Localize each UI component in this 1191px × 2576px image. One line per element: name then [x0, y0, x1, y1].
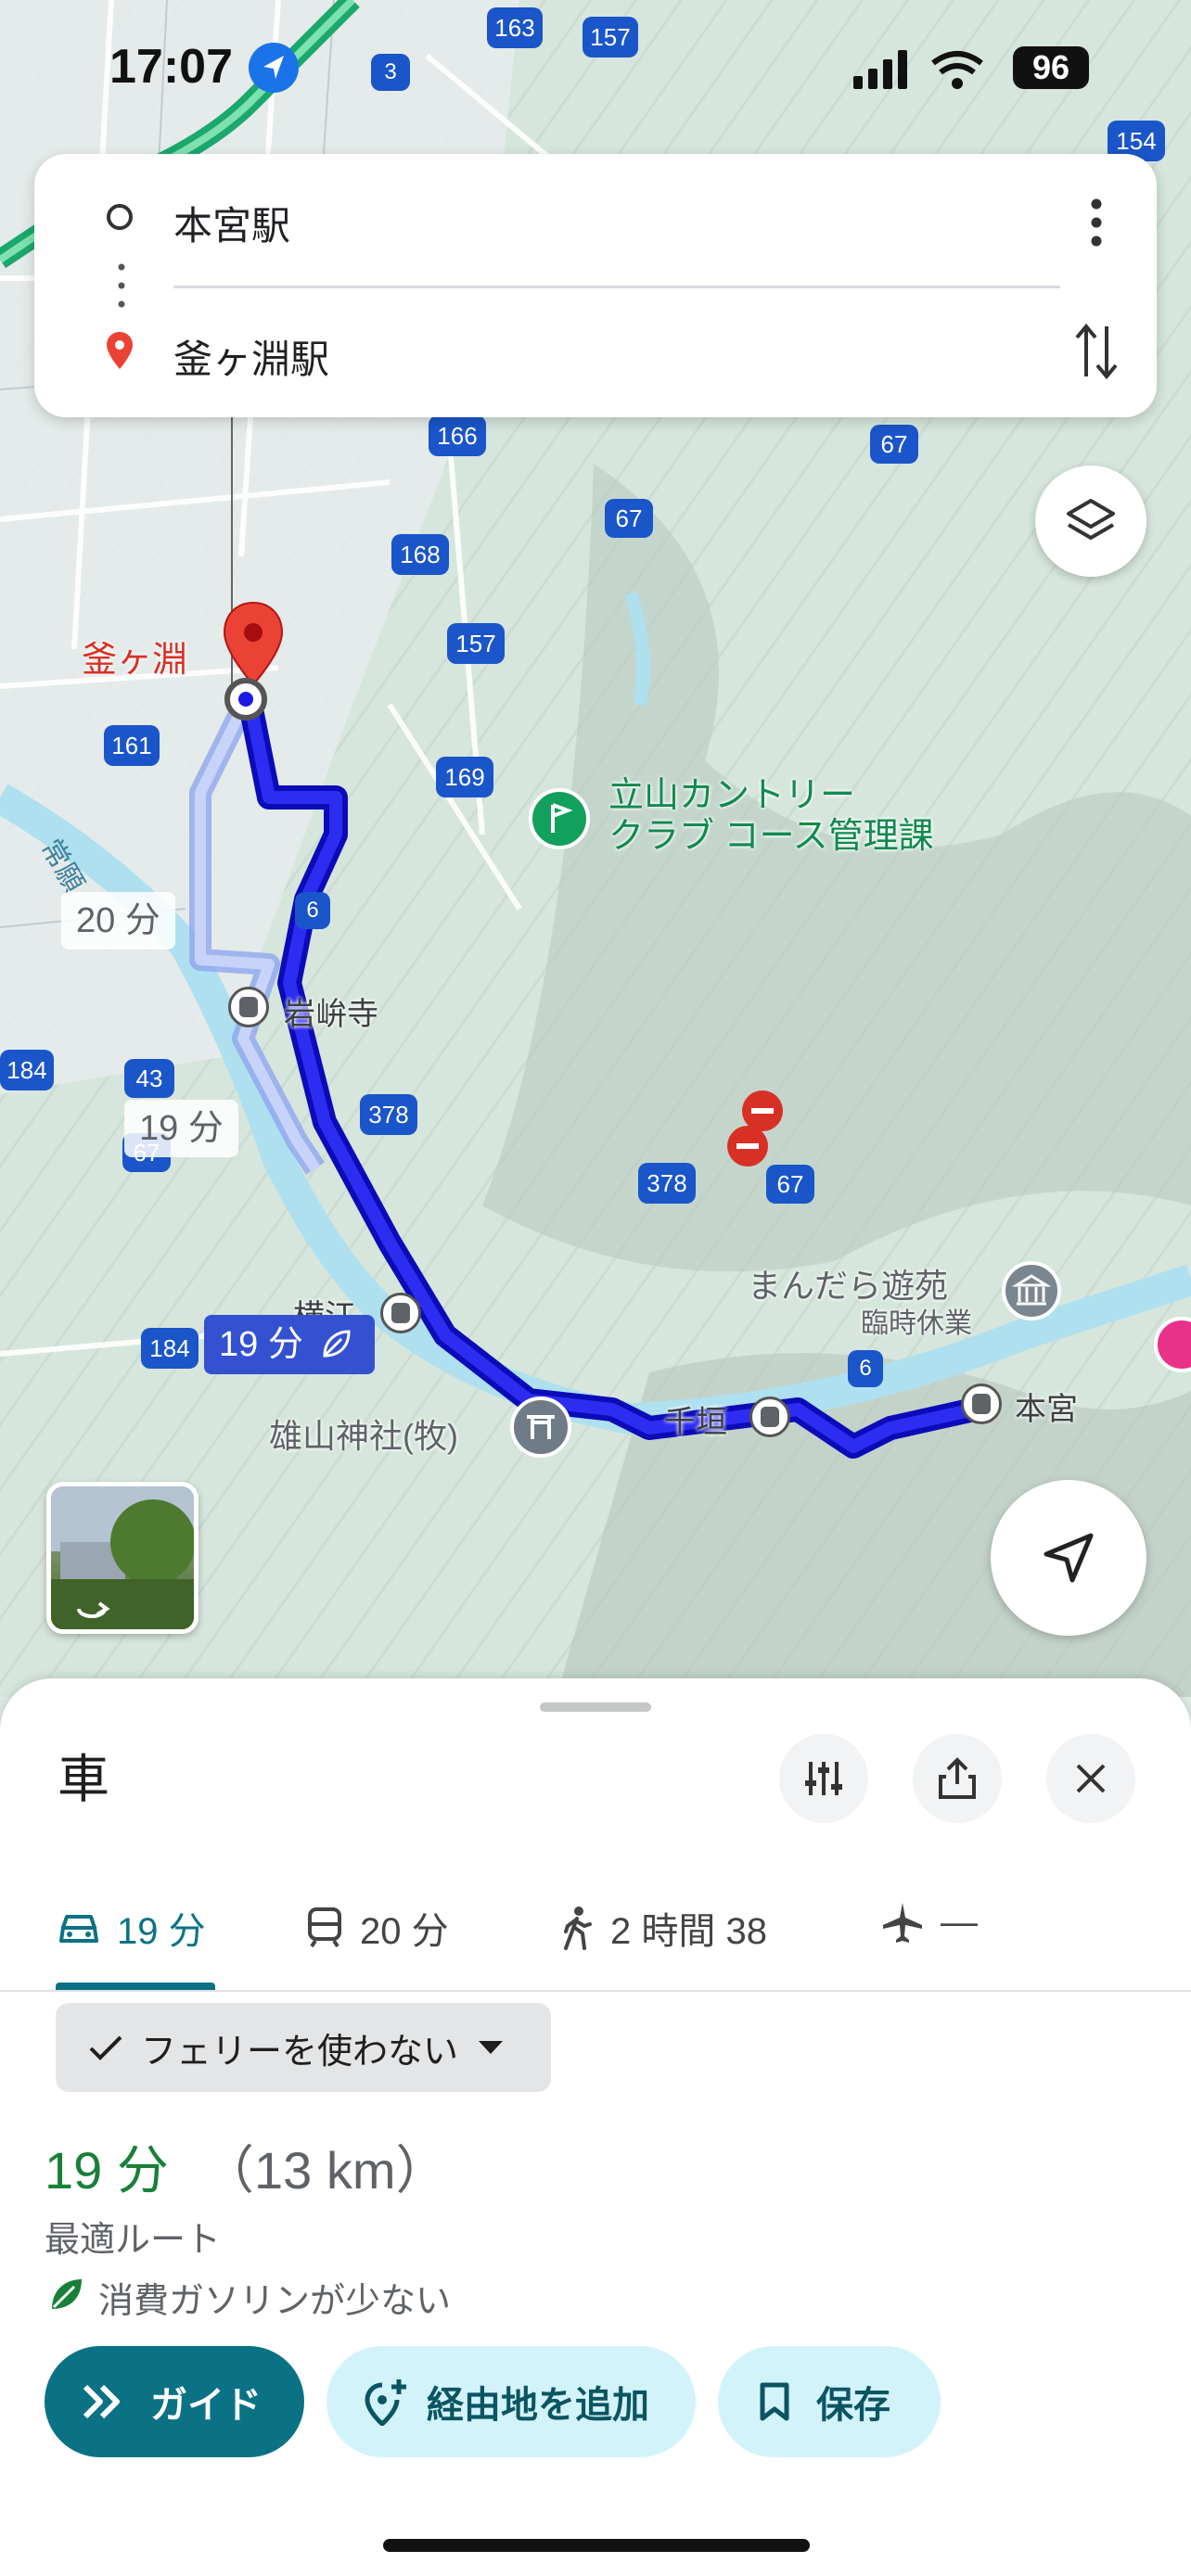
street-view-thumbnail[interactable]: [46, 1482, 198, 1634]
train-station-icon[interactable]: [961, 1384, 1002, 1424]
check-icon: [89, 2035, 122, 2060]
museum-icon[interactable]: [1002, 1261, 1061, 1320]
road-shield: 166: [429, 415, 486, 456]
share-button[interactable]: [913, 1734, 1002, 1823]
double-chevron-icon: [83, 2384, 120, 2419]
walking-icon: [564, 1906, 592, 1950]
road-shield: 6: [295, 892, 330, 929]
tab-flight[interactable]: —: [881, 1901, 978, 1944]
alt-route-time-label[interactable]: 20 分: [61, 892, 175, 950]
road-shield: 378: [638, 1163, 696, 1204]
destination-label[interactable]: 釜ヶ淵: [82, 631, 187, 682]
home-indicator[interactable]: [383, 2539, 810, 2552]
layers-icon: [1067, 499, 1115, 540]
station-label-hongu[interactable]: 本宮: [1015, 1384, 1078, 1429]
origin-circle-icon: [107, 204, 133, 230]
road-shield: 67: [605, 499, 653, 538]
travel-mode-tabs: 19 分 20 分 2 時間 38 —: [0, 1873, 1191, 1992]
road-shield: 169: [436, 757, 493, 797]
add-location-icon: [365, 2379, 406, 2426]
active-tab-indicator: [56, 1983, 215, 1990]
shrine-label[interactable]: 雄山神社(牧): [269, 1409, 458, 1458]
guide-button[interactable]: ガイド: [45, 2346, 304, 2457]
tab-flight-label: —: [941, 1901, 978, 1943]
route-options-button[interactable]: [779, 1734, 868, 1823]
recenter-button[interactable]: [991, 1480, 1146, 1636]
train-icon: [308, 1907, 341, 1948]
shrine-icon[interactable]: [510, 1396, 571, 1458]
car-icon: [59, 1915, 98, 1943]
tune-icon: [805, 1762, 842, 1795]
tab-walk-label: 2 時間 38: [610, 1911, 767, 1952]
tab-car[interactable]: 19 分: [58, 1901, 206, 1955]
train-station-icon[interactable]: [380, 1293, 421, 1333]
destination-pin-icon: [107, 332, 133, 369]
origin-field[interactable]: 本宮駅: [173, 195, 290, 251]
road-shield: 43: [124, 1059, 174, 1098]
chip-label: フェリーを使わない: [141, 2032, 459, 2072]
road-shield: 184: [0, 1050, 54, 1090]
destination-pin-icon[interactable]: [221, 601, 286, 721]
status-bar: 17:07 96: [0, 0, 1191, 139]
golf-course-label[interactable]: 立山カントリー クラブ コース管理課: [608, 775, 934, 857]
signal-wifi-icon: [853, 50, 983, 89]
tab-transit-label: 20 分: [360, 1911, 449, 1952]
navigation-arrow-icon: [1044, 1533, 1094, 1583]
station-label-chigaki[interactable]: 千垣: [664, 1396, 727, 1442]
sheet-title: 車: [58, 1750, 109, 1808]
main-route-time: 19 分: [219, 1325, 303, 1364]
tab-walk[interactable]: 2 時間 38: [560, 1901, 767, 1955]
poi-status: 臨時休業: [861, 1308, 972, 1339]
route-description: 最適ルート: [45, 2221, 222, 2260]
alt-route-time-label[interactable]: 19 分: [124, 1100, 238, 1157]
save-button[interactable]: 保存: [718, 2346, 941, 2457]
tab-car-label: 19 分: [117, 1911, 206, 1952]
distance-value: （13 km）: [202, 2141, 448, 2200]
sheet-drag-handle[interactable]: [540, 1702, 651, 1712]
eco-leaf-icon: [52, 2279, 82, 2309]
road-shield: 378: [360, 1094, 417, 1135]
bookmark-icon: [760, 2382, 789, 2421]
close-icon: [1076, 1764, 1106, 1793]
eco-note: 消費ガソリンが少ない: [98, 2282, 452, 2321]
road-shield: 67: [766, 1165, 814, 1204]
more-options-icon[interactable]: [1082, 195, 1110, 250]
tab-transit[interactable]: 20 分: [306, 1901, 449, 1955]
save-label: 保存: [816, 2385, 890, 2426]
close-button[interactable]: [1046, 1734, 1135, 1823]
station-label-iwakuraji[interactable]: 岩峅寺: [284, 988, 378, 1034]
add-stop-label: 経由地を追加: [427, 2385, 649, 2426]
destination-field[interactable]: 釜ヶ淵駅: [173, 328, 329, 385]
road-shield: 6: [848, 1350, 883, 1387]
directions-card: 本宮駅 釜ヶ淵駅: [34, 154, 1157, 417]
eta-value: 19 分: [45, 2141, 169, 2200]
add-stop-button[interactable]: 経由地を追加: [327, 2346, 696, 2457]
share-icon: [939, 1757, 976, 1799]
location-arrow-icon: [249, 43, 299, 93]
road-shield: 67: [870, 425, 918, 464]
layers-button[interactable]: [1035, 465, 1146, 577]
divider: [173, 286, 1060, 288]
train-station-icon[interactable]: [749, 1396, 790, 1437]
status-time: 17:07: [109, 40, 233, 94]
main-route-time-label[interactable]: 19 分: [204, 1315, 375, 1374]
train-station-icon[interactable]: [228, 987, 269, 1027]
road-shield: 184: [141, 1328, 198, 1369]
airplane-icon: [883, 1903, 922, 1943]
swap-icon[interactable]: [1071, 321, 1121, 382]
battery-level: 96: [1013, 46, 1089, 89]
road-shield: 157: [447, 623, 505, 664]
guide-label: ガイド: [150, 2385, 262, 2426]
road-shield: 161: [104, 725, 160, 766]
no-entry-icon[interactable]: [727, 1126, 768, 1167]
route-dots-icon: [118, 263, 125, 308]
road-shield: 168: [391, 534, 449, 575]
dropdown-arrow-icon: [479, 2041, 504, 2054]
eco-leaf-icon: [323, 1330, 351, 1358]
avoid-ferries-chip[interactable]: フェリーを使わない: [56, 2003, 551, 2092]
street-view-image: [51, 1486, 194, 1629]
golf-course-icon[interactable]: [529, 788, 590, 849]
